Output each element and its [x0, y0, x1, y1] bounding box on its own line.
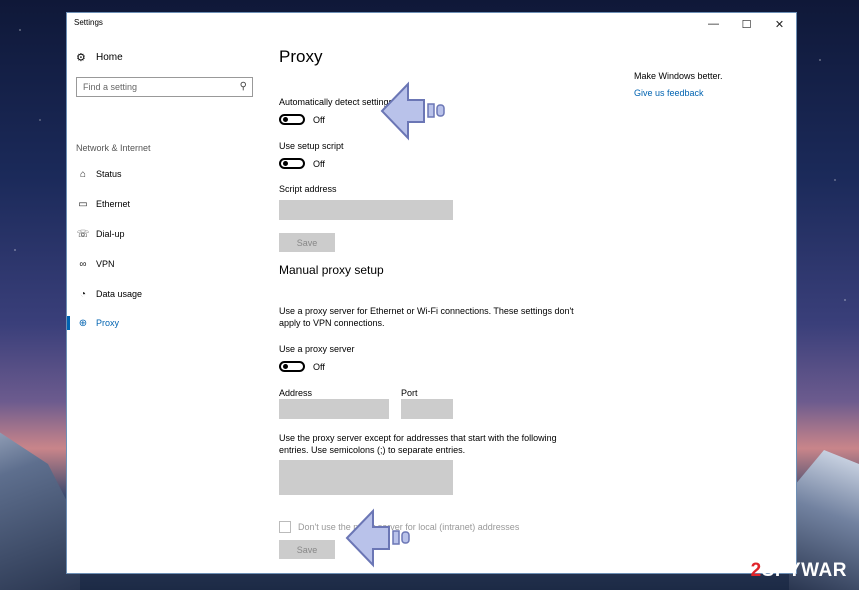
save-button-script[interactable]: Save [279, 233, 335, 252]
home-nav-item[interactable]: ⚙ Home [76, 51, 123, 64]
status-icon: ⌂ [79, 168, 87, 180]
port-input[interactable] [401, 399, 453, 419]
auto-detect-state: Off [313, 114, 325, 125]
use-proxy-label: Use a proxy server [279, 344, 355, 354]
maximize-button[interactable]: ☐ [730, 13, 763, 35]
watermark-logo: 2SPYWAR [751, 560, 847, 582]
search-icon: ⚲ [239, 81, 247, 92]
window-controls: — ☐ ✕ [697, 13, 796, 35]
manual-proxy-description: Use a proxy server for Ethernet or Wi-Fi… [279, 306, 574, 328]
setup-script-label: Use setup script [279, 141, 344, 151]
address-input[interactable] [279, 399, 389, 419]
sidebar-item-status[interactable]: ⌂ Status [67, 164, 267, 184]
main-content: Proxy Automatically detect settings Off … [279, 35, 659, 573]
annotation-arrow-bottom [345, 508, 410, 568]
sidebar-item-data-usage[interactable]: ◔ Data usage [67, 284, 267, 304]
setup-script-state: Off [313, 158, 325, 169]
use-proxy-toggle[interactable] [279, 361, 305, 372]
exceptions-textarea[interactable] [279, 460, 453, 495]
sidebar-item-proxy[interactable]: ⊕ Proxy [67, 313, 267, 333]
sidebar-item-dialup[interactable]: ☏ Dial-up [67, 224, 267, 244]
dialup-icon: ☏ [76, 228, 90, 240]
feedback-panel: Make Windows better. Give us feedback [634, 71, 723, 98]
globe-icon: ⊕ [78, 317, 88, 329]
auto-detect-toggle[interactable] [279, 114, 305, 125]
use-proxy-toggle-row: Off [279, 361, 325, 372]
script-address-label: Script address [279, 184, 337, 194]
script-address-input[interactable] [279, 200, 453, 220]
save-button-manual[interactable]: Save [279, 540, 335, 559]
sidebar: ⚙ Home Find a setting ⚲ Network & Intern… [67, 35, 267, 573]
local-addresses-checkbox[interactable] [279, 521, 291, 533]
section-label: Network & Internet [76, 143, 151, 153]
sidebar-item-vpn[interactable]: ∞ VPN [67, 254, 267, 274]
manual-proxy-heading: Manual proxy setup [279, 263, 384, 277]
auto-detect-label: Automatically detect settings [279, 97, 394, 107]
watermark-digit: 2 [750, 560, 762, 581]
page-title: Proxy [279, 47, 323, 66]
auto-detect-toggle-row: Off [279, 114, 325, 125]
sidebar-item-label: VPN [96, 259, 115, 269]
feedback-text: Make Windows better. [634, 71, 723, 81]
watermark-name: SPYWAR [761, 560, 847, 581]
setup-script-toggle-row: Off [279, 158, 325, 169]
exceptions-description: Use the proxy server except for addresse… [279, 433, 557, 455]
data-usage-icon: ◔ [79, 288, 87, 300]
gear-icon: ⚙ [76, 52, 86, 64]
sidebar-item-label: Status [96, 169, 122, 179]
sidebar-item-ethernet[interactable]: ▭ Ethernet [67, 194, 267, 214]
minimize-button[interactable]: — [697, 13, 730, 35]
settings-window: Settings — ☐ ✕ ⚙ Home Find a setting ⚲ N… [66, 12, 797, 574]
sidebar-item-label: Proxy [96, 318, 120, 328]
setup-script-toggle[interactable] [279, 158, 305, 169]
search-placeholder: Find a setting [83, 82, 138, 92]
ethernet-icon: ▭ [78, 198, 88, 210]
sidebar-item-label: Data usage [96, 289, 143, 299]
feedback-link[interactable]: Give us feedback [634, 88, 723, 98]
search-input[interactable]: Find a setting ⚲ [76, 77, 253, 97]
title-bar: Settings — ☐ ✕ [67, 13, 796, 35]
vpn-icon: ∞ [79, 258, 87, 270]
window-title: Settings [74, 18, 103, 27]
sidebar-item-label: Ethernet [96, 199, 131, 209]
sidebar-item-label: Dial-up [96, 229, 125, 239]
home-label: Home [96, 52, 123, 63]
close-button[interactable]: ✕ [763, 13, 796, 35]
annotation-arrow-top [380, 81, 445, 141]
address-label: Address [279, 388, 313, 398]
port-label: Port [401, 388, 418, 398]
use-proxy-state: Off [313, 361, 325, 372]
